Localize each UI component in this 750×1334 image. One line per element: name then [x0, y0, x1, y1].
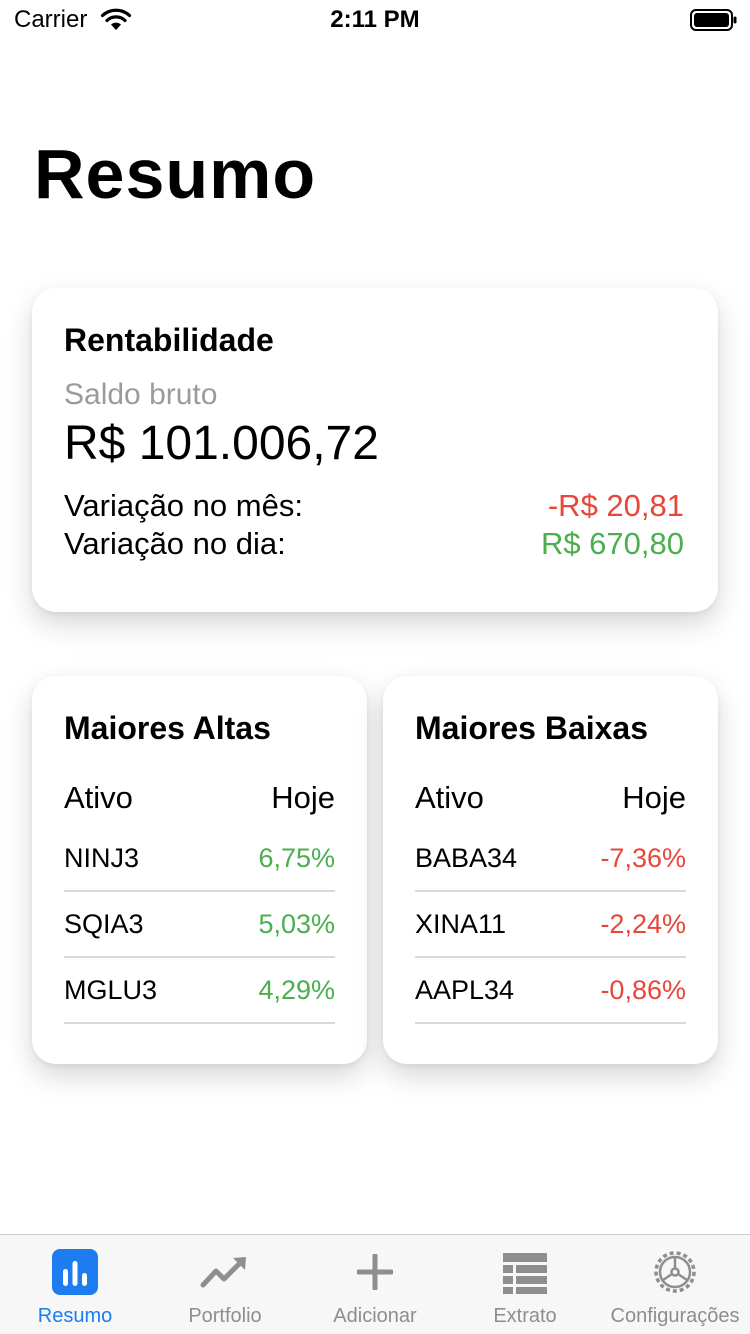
variacao-mes-value: -R$ 20,81 [547, 488, 684, 523]
saldo-label: Saldo bruto [64, 378, 218, 411]
tab-extrato[interactable]: Extrato [450, 1235, 600, 1334]
bar-chart-icon [52, 1249, 98, 1295]
table-header: Ativo Hoje [415, 780, 686, 826]
col-hoje: Hoje [271, 780, 335, 815]
table-row[interactable]: AAPL34 -0,86% [415, 958, 686, 1024]
tab-resumo[interactable]: Resumo [0, 1235, 150, 1334]
tab-label: Portfolio [188, 1305, 262, 1327]
maiores-baixas-card: Maiores Baixas Ativo Hoje BABA34 -7,36% … [383, 676, 718, 1064]
status-time: 2:11 PM [330, 6, 420, 33]
tab-configuracoes[interactable]: Configurações [600, 1235, 750, 1334]
tab-adicionar[interactable]: Adicionar [300, 1235, 450, 1334]
asset-name: MGLU3 [64, 974, 158, 1005]
baixas-table: Ativo Hoje BABA34 -7,36% XINA11 -2,24% A… [415, 780, 686, 1024]
maiores-altas-card: Maiores Altas Ativo Hoje NINJ3 6,75% SQI… [32, 676, 367, 1064]
asset-change: 5,03% [258, 908, 335, 939]
trend-up-icon [200, 1257, 246, 1288]
tab-bar: Resumo Portfolio Adicionar Extrato Confi… [0, 1234, 750, 1334]
tab-portfolio[interactable]: Portfolio [150, 1235, 300, 1334]
table-row[interactable]: MGLU3 4,29% [64, 958, 335, 1024]
battery-icon [690, 9, 737, 31]
asset-change: -0,86% [600, 974, 686, 1005]
asset-name: AAPL34 [415, 974, 515, 1005]
table-header: Ativo Hoje [64, 780, 335, 826]
altas-table: Ativo Hoje NINJ3 6,75% SQIA3 5,03% MGLU3… [64, 780, 335, 1024]
gear-icon [654, 1251, 696, 1293]
table-row[interactable]: NINJ3 6,75% [64, 826, 335, 892]
asset-name: NINJ3 [64, 842, 140, 873]
table-row[interactable]: SQIA3 5,03% [64, 892, 335, 958]
list-icon [503, 1253, 547, 1294]
tab-label: Extrato [493, 1305, 557, 1327]
col-hoje: Hoje [622, 780, 686, 815]
maiores-baixas-title: Maiores Baixas [415, 710, 649, 746]
asset-name: BABA34 [415, 842, 518, 873]
tab-label: Adicionar [333, 1305, 417, 1327]
tab-label: Resumo [37, 1305, 113, 1327]
asset-change: -7,36% [600, 842, 686, 873]
screen: Carrier 2:11 PM Resumo Rentabilidade Sal… [0, 0, 750, 1334]
variacao-dia-row: Variação no dia: R$ 670,80 [64, 526, 684, 562]
variacao-dia-value: R$ 670,80 [540, 526, 684, 561]
tab-label: Configurações [610, 1305, 740, 1327]
asset-change: -2,24% [600, 908, 686, 939]
asset-name: XINA11 [415, 908, 507, 939]
col-ativo: Ativo [415, 780, 484, 815]
status-bar: Carrier 2:11 PM [0, 0, 750, 40]
asset-name: SQIA3 [64, 908, 144, 939]
variacao-dia-label: Variação no dia: [64, 526, 286, 561]
maiores-altas-title: Maiores Altas [64, 710, 271, 746]
saldo-value: R$ 101.006,72 [64, 417, 379, 470]
table-row[interactable]: BABA34 -7,36% [415, 826, 686, 892]
variacao-mes-row: Variação no mês: -R$ 20,81 [64, 488, 684, 524]
table-row[interactable]: XINA11 -2,24% [415, 892, 686, 958]
page-title: Resumo [34, 135, 317, 213]
asset-change: 6,75% [258, 842, 335, 873]
col-ativo: Ativo [64, 780, 133, 815]
plus-icon [357, 1254, 393, 1290]
rentabilidade-card: Rentabilidade Saldo bruto R$ 101.006,72 … [32, 288, 718, 612]
asset-change: 4,29% [258, 974, 335, 1005]
rentabilidade-title: Rentabilidade [64, 322, 274, 358]
variacao-mes-label: Variação no mês: [64, 488, 303, 523]
